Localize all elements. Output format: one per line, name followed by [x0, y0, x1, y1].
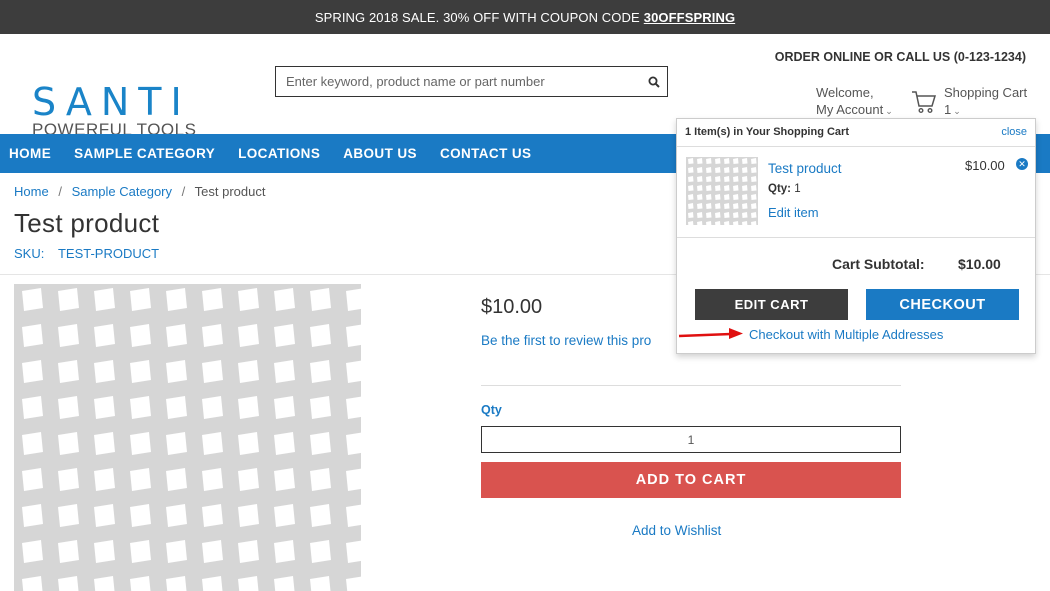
- qty-input[interactable]: [481, 426, 901, 453]
- product-image[interactable]: [14, 284, 361, 591]
- minicart-item-price: $10.00: [965, 158, 1005, 173]
- minicart-heading: 1 Item(s) in Your Shopping Cart: [685, 126, 849, 138]
- minicart-close-link[interactable]: close: [1001, 126, 1027, 138]
- breadcrumb-separator: /: [58, 184, 62, 199]
- promo-banner: SPRING 2018 SALE. 30% OFF WITH COUPON CO…: [0, 0, 1050, 34]
- search-box: [275, 66, 668, 97]
- order-phone-line: ORDER ONLINE OR CALL US (0-123-1234): [774, 50, 1026, 64]
- remove-item-icon[interactable]: ✕: [1016, 158, 1028, 170]
- minicart-dropdown: 1 Item(s) in Your Shopping Cart close Te…: [676, 118, 1036, 354]
- welcome-text: Welcome,: [816, 85, 874, 100]
- cart-count: 1: [944, 102, 952, 117]
- nav-item-contact-us[interactable]: CONTACT US: [440, 146, 532, 161]
- add-to-wishlist-link[interactable]: Add to Wishlist: [632, 523, 721, 538]
- breadcrumb-category[interactable]: Sample Category: [72, 184, 172, 199]
- divider: [677, 237, 1035, 238]
- promo-text: SPRING 2018 SALE. 30% OFF WITH COUPON CO…: [314, 9, 640, 25]
- divider: [677, 146, 1035, 147]
- logo-title: SANTI: [32, 80, 191, 124]
- breadcrumb: Home / Sample Category / Test product: [14, 184, 265, 199]
- chevron-down-icon: ⌄: [885, 106, 893, 116]
- shopping-cart-link[interactable]: Shopping Cart 1 ⌄: [944, 84, 1027, 120]
- checkout-multiple-addresses-link[interactable]: Checkout with Multiple Addresses: [749, 327, 943, 342]
- minicart-qty-value: 1: [794, 183, 801, 195]
- chevron-down-icon: ⌄: [953, 106, 961, 116]
- promo-code: 30OFFSPRING: [643, 9, 736, 25]
- my-account-link[interactable]: My Account: [816, 102, 883, 117]
- product-price: $10.00: [481, 296, 543, 318]
- annotation-arrow-icon: [677, 325, 745, 348]
- add-to-cart-button[interactable]: ADD TO CART: [481, 462, 901, 498]
- minicart-edit-item-link[interactable]: Edit item: [768, 205, 819, 220]
- nav-item-sample-category[interactable]: SAMPLE CATEGORY: [74, 146, 215, 161]
- minicart-qty-label: Qty:: [768, 183, 791, 195]
- cart-subtotal-label: Cart Subtotal:: [832, 256, 925, 272]
- account-menu[interactable]: Welcome, My Account ⌄: [816, 84, 893, 120]
- breadcrumb-separator: /: [181, 184, 186, 199]
- site-logo[interactable]: SANTI POWERFUL TOOLS: [32, 80, 196, 140]
- review-link[interactable]: Be the first to review this pro: [481, 333, 651, 348]
- edit-cart-button[interactable]: EDIT CART: [695, 289, 848, 320]
- nav-item-home[interactable]: HOME: [9, 146, 51, 161]
- divider: [481, 385, 901, 386]
- qty-label: Qty: [481, 403, 502, 417]
- minicart-item-qty: Qty: 1: [768, 183, 801, 195]
- minicart-item-name[interactable]: Test product: [768, 161, 842, 176]
- search-icon[interactable]: [641, 76, 667, 88]
- minicart-item-image[interactable]: [686, 157, 758, 225]
- sku-value: TEST-PRODUCT: [57, 246, 160, 261]
- cart-subtotal-value: $10.00: [958, 256, 1001, 272]
- product-sku: SKU: TEST-PRODUCT: [14, 246, 159, 261]
- checkout-button[interactable]: CHECKOUT: [866, 289, 1019, 320]
- page-title: Test product: [14, 208, 160, 238]
- breadcrumb-home[interactable]: Home: [14, 184, 49, 199]
- nav-item-about-us[interactable]: ABOUT US: [343, 146, 417, 161]
- sku-label: SKU:: [14, 246, 45, 261]
- placeholder-pattern: [686, 157, 758, 225]
- nav-item-locations[interactable]: LOCATIONS: [238, 146, 320, 161]
- cart-label: Shopping Cart: [944, 85, 1028, 100]
- search-input[interactable]: [286, 74, 641, 89]
- placeholder-pattern: [14, 284, 361, 591]
- breadcrumb-current: Test product: [194, 184, 266, 199]
- cart-icon[interactable]: [911, 89, 937, 120]
